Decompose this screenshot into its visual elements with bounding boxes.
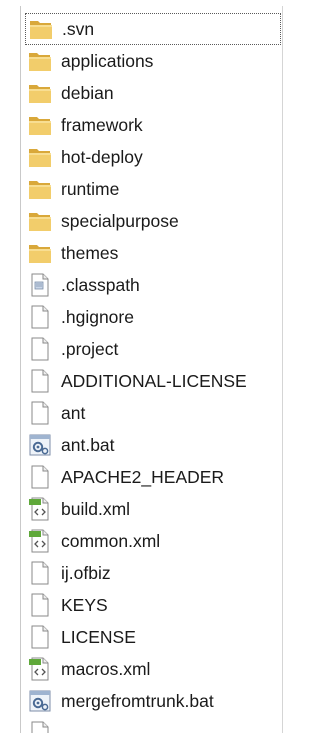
item-name: KEYS <box>61 595 108 615</box>
list-item-classpath[interactable]: .classpath <box>25 269 281 301</box>
folder-icon <box>28 240 52 266</box>
list-item-partial[interactable] <box>25 717 281 733</box>
item-name: applications <box>61 51 154 71</box>
file-list-pane[interactable]: .svn applications debian framework hot-d… <box>20 6 282 733</box>
item-name: .project <box>61 339 119 359</box>
list-item-specialpurpose[interactable]: specialpurpose <box>25 205 281 237</box>
item-name: .classpath <box>61 275 140 295</box>
list-item-runtime[interactable]: runtime <box>25 173 281 205</box>
text-file-icon <box>28 272 52 298</box>
blank-file-icon <box>28 368 52 394</box>
item-name: .svn <box>62 19 95 39</box>
item-name: APACHE2_HEADER <box>61 467 225 487</box>
list-item-applications[interactable]: applications <box>25 45 281 77</box>
list-item-themes[interactable]: themes <box>25 237 281 269</box>
blank-file-icon <box>28 464 52 490</box>
list-item-mergefromtrunk-bat[interactable]: mergefromtrunk.bat <box>25 685 281 717</box>
item-name: specialpurpose <box>61 211 179 231</box>
list-item-hgignore[interactable]: .hgignore <box>25 301 281 333</box>
blank-file-icon <box>28 592 52 618</box>
list-item-debian[interactable]: debian <box>25 77 281 109</box>
batch-file-icon <box>28 688 52 714</box>
item-name: ant.bat <box>61 435 115 455</box>
list-item-project[interactable]: .project <box>25 333 281 365</box>
batch-file-icon <box>28 432 52 458</box>
item-name: framework <box>61 115 143 135</box>
xml-file-icon <box>28 496 52 522</box>
folder-icon <box>28 112 52 138</box>
list-item-additional-license[interactable]: ADDITIONAL-LICENSE <box>25 365 281 397</box>
folder-icon <box>28 176 52 202</box>
folder-icon <box>29 16 53 42</box>
blank-file-icon <box>28 304 52 330</box>
pane-right-border <box>282 6 283 733</box>
item-name: ij.ofbiz <box>61 563 111 583</box>
folder-icon <box>28 80 52 106</box>
folder-icon <box>28 144 52 170</box>
item-name: LICENSE <box>61 627 136 647</box>
list-item-framework[interactable]: framework <box>25 109 281 141</box>
folder-icon <box>28 48 52 74</box>
blank-file-icon <box>28 400 52 426</box>
list-item-svn[interactable]: .svn <box>25 13 281 45</box>
list-item-build-xml[interactable]: build.xml <box>25 493 281 525</box>
item-name: mergefromtrunk.bat <box>61 691 214 711</box>
item-name: ant <box>61 403 86 423</box>
list-item-ant-bat[interactable]: ant.bat <box>25 429 281 461</box>
item-name: build.xml <box>61 499 131 519</box>
item-name: themes <box>61 243 119 263</box>
item-name: runtime <box>61 179 120 199</box>
folder-icon <box>28 208 52 234</box>
item-name: .hgignore <box>61 307 134 327</box>
list-item-hot-deploy[interactable]: hot-deploy <box>25 141 281 173</box>
blank-file-icon <box>28 624 52 650</box>
item-name: macros.xml <box>61 659 151 679</box>
item-name: debian <box>61 83 114 103</box>
list-item-keys[interactable]: KEYS <box>25 589 281 621</box>
list-item-apache2-header[interactable]: APACHE2_HEADER <box>25 461 281 493</box>
item-name: ADDITIONAL-LICENSE <box>61 371 247 391</box>
xml-file-icon <box>28 656 52 682</box>
list-item-ant[interactable]: ant <box>25 397 281 429</box>
blank-file-icon <box>28 720 52 733</box>
blank-file-icon <box>28 560 52 586</box>
xml-file-icon <box>28 528 52 554</box>
item-name: common.xml <box>61 531 161 551</box>
list-item-common-xml[interactable]: common.xml <box>25 525 281 557</box>
item-name: hot-deploy <box>61 147 143 167</box>
list-item-license[interactable]: LICENSE <box>25 621 281 653</box>
list-item-macros-xml[interactable]: macros.xml <box>25 653 281 685</box>
list-item-ij-ofbiz[interactable]: ij.ofbiz <box>25 557 281 589</box>
blank-file-icon <box>28 336 52 362</box>
